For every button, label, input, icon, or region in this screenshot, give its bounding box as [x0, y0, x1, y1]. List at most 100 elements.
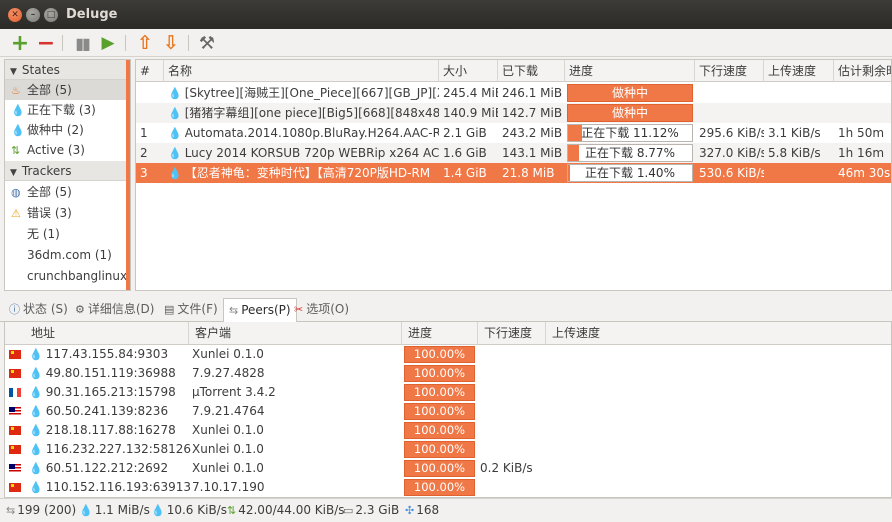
seeding-icon: 💧 — [11, 124, 25, 137]
torrent-row-selected[interactable]: 3 💧 【忍者神龟：变种时代】【高清720P版HD-RM 1.4 GiB 21.8… — [136, 163, 891, 183]
column-header-number[interactable]: # — [136, 60, 164, 82]
peer-progress-bar: 100.00% — [404, 365, 475, 382]
peer-address: 💧 110.152.116.193:63913 — [29, 480, 191, 494]
arrow-down-icon: ⇩ — [163, 32, 179, 54]
sidebar-item-all[interactable]: ♨ 全部 (5) — [5, 80, 130, 100]
sidebar-item-tracker-all[interactable]: ◍ 全部 (5) — [5, 182, 130, 202]
tab-status[interactable]: ⓘ 状态 (S) — [4, 298, 73, 322]
queue-down-button[interactable]: ⇩ — [160, 32, 182, 54]
torrent-downloaded: 243.2 MiB — [502, 126, 563, 140]
torrent-size: 140.9 MiB — [443, 106, 498, 120]
torrent-down-speed: 327.0 KiB/s — [699, 146, 764, 160]
tab-files[interactable]: ▤ 文件(F) — [159, 298, 223, 322]
torrent-row[interactable]: 💧[Skytree][海贼王][One_Piece][667][GB_JP][X… — [136, 83, 891, 103]
pause-button[interactable]: ▮▮ — [71, 32, 93, 54]
gear-icon: ⚙ — [75, 303, 85, 316]
resume-button[interactable]: ▶ — [97, 32, 119, 54]
tab-details[interactable]: ⚙ 详细信息(D) — [70, 298, 159, 322]
connections-icon: ⇆ — [6, 504, 16, 517]
column-header-downloaded[interactable]: 已下载 — [498, 60, 565, 82]
close-window-button[interactable]: ✕ — [8, 8, 22, 22]
column-header-peer-up[interactable]: 上传速度 — [546, 322, 891, 345]
torrent-row[interactable]: 2 💧Lucy 2014 KORSUB 720p WEBRip x264 AC3… — [136, 143, 891, 163]
column-header-address[interactable]: 地址 — [5, 322, 189, 345]
peer-progress-bar: 100.00% — [404, 384, 475, 401]
toolbar-separator — [125, 35, 126, 51]
sidebar-item-seeding[interactable]: 💧 做种中 (2) — [5, 120, 130, 140]
column-header-peer-down[interactable]: 下行速度 — [478, 322, 546, 345]
peer-row[interactable]: 💧 116.232.227.132:58126 Xunlei 0.1.0 100.… — [5, 440, 891, 459]
torrent-name-cell: 💧Lucy 2014 KORSUB 720p WEBRip x264 AC3-J… — [168, 146, 439, 160]
states-header[interactable]: ▼ States — [5, 60, 130, 80]
expand-arrow-icon: ▼ — [10, 168, 17, 178]
peers-table: 地址 客户端 进度 下行速度 上传速度 💧 117.43.155.84:9303 … — [4, 322, 892, 498]
peer-address: 💧 218.18.117.88:16278 — [29, 423, 176, 437]
maximize-window-button[interactable]: □ — [44, 8, 58, 22]
minimize-window-button[interactable]: – — [26, 8, 40, 22]
torrent-downloaded: 143.1 MiB — [502, 146, 563, 160]
title-bar: ✕ – □ Deluge — [0, 0, 892, 29]
peer-client: 7.9.27.4828 — [192, 366, 265, 380]
peer-icon: 💧 — [29, 443, 43, 456]
downloading-icon: 💧 — [168, 167, 182, 180]
peer-address: 💧 117.43.155.84:9303 — [29, 347, 169, 361]
torrent-number: 3 — [140, 166, 148, 180]
peer-icon: 💧 — [29, 424, 43, 437]
peer-row[interactable]: 💧 218.18.117.88:16278 Xunlei 0.1.0 100.00… — [5, 421, 891, 440]
china-flag-icon — [9, 426, 21, 435]
peer-row[interactable]: 💧 117.43.155.84:9303 Xunlei 0.1.0 100.00% — [5, 345, 891, 364]
china-flag-icon — [9, 483, 21, 492]
torrent-eta: 1h 16m — [838, 146, 885, 160]
column-header-size[interactable]: 大小 — [439, 60, 498, 82]
upload-icon: 💧 — [151, 504, 165, 517]
sidebar-item-tracker-error[interactable]: ⚠ 错误 (3) — [5, 203, 130, 223]
status-dht-nodes: ✣ 168 — [405, 503, 440, 517]
preferences-icon: ⚒ — [198, 32, 216, 54]
peer-progress-bar: 100.00% — [404, 346, 475, 363]
torrent-downloaded: 246.1 MiB — [502, 86, 563, 100]
column-header-down-speed[interactable]: 下行速度 — [695, 60, 764, 82]
tab-options[interactable]: ✂ 选项(O) — [289, 298, 354, 322]
tab-peers[interactable]: ⇆ Peers(P) — [223, 298, 297, 323]
add-torrent-button[interactable]: + — [9, 31, 31, 56]
peer-row[interactable]: 💧 60.50.241.139:8236 7.9.21.4764 100.00% — [5, 402, 891, 421]
torrent-down-speed: 530.6 KiB/s — [699, 166, 764, 180]
sidebar-item-tracker-crunchbang[interactable]: crunchbanglinux.or — [5, 266, 130, 286]
download-icon: 💧 — [79, 504, 93, 517]
peer-progress-bar: 100.00% — [404, 422, 475, 439]
column-header-name[interactable]: 名称 — [164, 60, 439, 82]
sidebar-item-tracker-36dm[interactable]: 36dm.com (1) — [5, 245, 130, 265]
column-header-peer-progress[interactable]: 进度 — [402, 322, 478, 345]
sidebar-item-active[interactable]: ⇅ Active (3) — [5, 140, 130, 160]
peer-row[interactable]: 💧 90.31.165.213:15798 µTorrent 3.4.2 100.… — [5, 383, 891, 402]
sidebar-item-downloading[interactable]: 💧 正在下载 (3) — [5, 100, 130, 120]
disk-icon: ▭ — [343, 504, 354, 517]
status-connections[interactable]: ⇆ 199 (200) — [6, 499, 76, 522]
trackers-header[interactable]: ▼ Trackers — [5, 161, 130, 181]
status-free-space: ▭ 2.3 GiB — [343, 503, 400, 517]
sidebar-scrollbar[interactable] — [126, 60, 130, 290]
status-download-speed[interactable]: 💧 1.1 MiB/s — [79, 499, 150, 522]
queue-up-button[interactable]: ⇧ — [134, 32, 156, 54]
peer-row[interactable]: 💧 110.152.116.193:63913 7.10.17.190 100.0… — [5, 478, 891, 497]
column-header-client[interactable]: 客户端 — [189, 322, 402, 345]
column-header-up-speed[interactable]: 上传速度 — [764, 60, 834, 82]
column-header-eta[interactable]: 估计剩余时 — [834, 60, 891, 82]
peer-client: Xunlei 0.1.0 — [192, 423, 264, 437]
preferences-button[interactable]: ⚒ — [196, 32, 218, 54]
torrent-row[interactable]: 1 💧 Automata.2014.1080p.BluRay.H264.AAC-R… — [136, 123, 891, 143]
peer-row[interactable]: 💧 60.51.122.212:2692 Xunlei 0.1.0 100.00%… — [5, 459, 891, 478]
deluge-window: ✕ – □ Deluge + − ▮▮ ▶ ⇧ ⇩ ⚒ ▼ States ♨ 全部 … — [0, 0, 892, 522]
malaysia-flag-icon — [9, 464, 21, 473]
column-header-progress[interactable]: 进度 — [565, 60, 695, 82]
toolbar-separator — [188, 35, 189, 51]
remove-torrent-button[interactable]: − — [35, 31, 57, 56]
torrent-row[interactable]: 💧[猪猪字幕组][one piece][Big5][668][848x480].… — [136, 103, 891, 123]
peer-row[interactable]: 💧 49.80.151.119:36988 7.9.27.4828 100.00% — [5, 364, 891, 383]
files-icon: ▤ — [164, 303, 175, 316]
window-title: Deluge — [66, 7, 118, 22]
status-upload-speed[interactable]: 💧 10.6 KiB/s — [151, 499, 227, 522]
torrent-number — [136, 83, 164, 103]
torrent-progress-bar: 正在下载 8.77% — [567, 144, 693, 162]
sidebar-item-tracker-none[interactable]: 无 (1) — [5, 224, 130, 244]
